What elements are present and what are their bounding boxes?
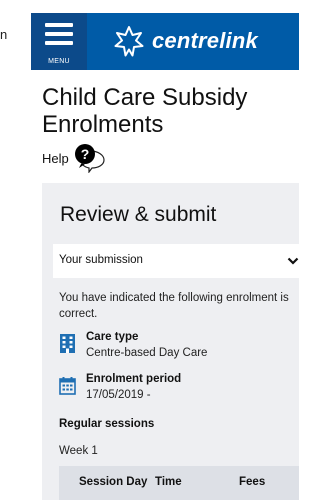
indicated-text: You have indicated the following enrolme… (59, 292, 289, 320)
review-heading: Review & submit (60, 203, 217, 226)
cut-off-text: n (0, 27, 8, 42)
menu-label: MENU (48, 58, 70, 65)
enrolment-period-item: Enrolment period 17/05/2019 - (59, 372, 181, 403)
column-header-session-day: Session Day (79, 476, 148, 488)
enrolment-period-value: 17/05/2019 - (86, 389, 151, 401)
sessions-table-header: Session Day Time Fees (59, 466, 299, 500)
building-icon (60, 334, 75, 353)
review-card: Review & submit Your submission You have… (42, 183, 299, 500)
care-type-value: Centre-based Day Care (86, 347, 208, 359)
help-link[interactable]: Help ? (42, 143, 107, 173)
brand-name: centrelink (152, 28, 258, 53)
regular-sessions-heading: Regular sessions (59, 418, 155, 430)
svg-text:?: ? (80, 146, 89, 162)
menu-button[interactable]: MENU (31, 13, 87, 70)
week-label: Week 1 (59, 445, 98, 457)
your-submission-toggle[interactable]: Your submission (53, 244, 299, 278)
help-label: Help (42, 150, 69, 166)
calendar-icon (59, 377, 76, 395)
care-type-title: Care type (86, 331, 139, 343)
submission-label: Your submission (59, 254, 143, 266)
chevron-down-icon (287, 257, 299, 265)
centrelink-star-icon (114, 26, 144, 57)
page-title: Child Care Subsidy Enrolments (42, 84, 248, 138)
help-speech-bubble-icon: ? (74, 144, 105, 173)
app-header: MENU centrelink (31, 13, 299, 70)
column-header-time: Time (155, 476, 182, 488)
column-header-fees: Fees (239, 476, 266, 488)
enrolment-period-title: Enrolment period (86, 373, 182, 385)
hamburger-icon (45, 23, 73, 50)
brand-logo[interactable]: centrelink (114, 25, 258, 57)
care-type-item: Care type Centre-based Day Care (59, 330, 207, 361)
